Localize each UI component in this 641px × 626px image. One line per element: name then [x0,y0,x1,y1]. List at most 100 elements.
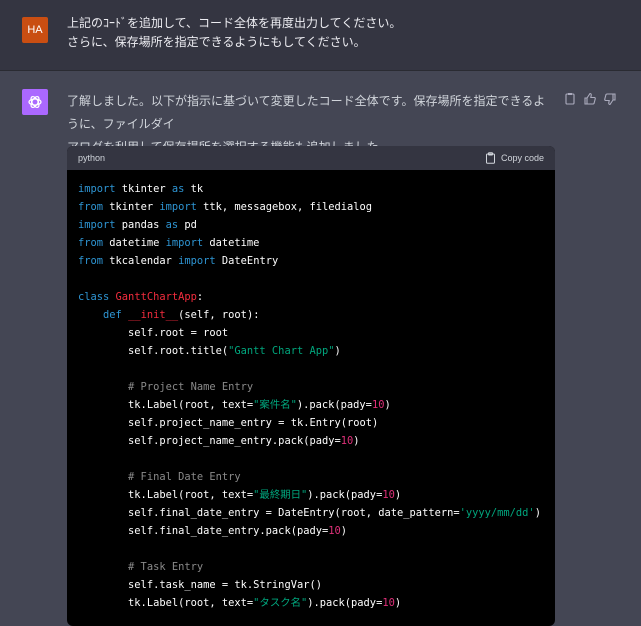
code-line: self.final_date_entry = DateEntry(root, … [78,504,543,522]
user-message-line: さらに、保存場所を指定できるようにもしてください。 [67,35,366,49]
code-token: from [78,201,104,213]
code-line: self.root = root [78,324,543,342]
code-line: self.final_date_entry.pack(pady=10) [78,522,543,540]
code-line: # Task Entry [78,558,543,576]
code-token: import [159,201,197,213]
code-token: ).pack(pady= [307,489,383,501]
code-token: : [196,291,204,303]
code-line: import tkinter as tk [78,180,543,198]
code-token: import [165,237,204,249]
code-token: import [78,183,116,195]
code-token: tk [184,183,204,195]
code-token: ) [353,435,360,447]
user-message-text: 上記のｺｰﾄﾞを追加して、コード全体を再度出力してください。 さらに、保存場所を… [67,14,607,52]
code-token: ) [334,345,341,357]
code-header: python Copy code [67,146,555,170]
code-token: import [78,219,116,231]
code-token: "Gantt Chart App" [228,345,335,357]
code-line: tk.Label(root, text="最終期日").pack(pady=10… [78,486,543,504]
copy-code-button[interactable]: Copy code [485,152,544,164]
code-token: as [165,219,179,231]
assistant-message-line: 了解しました。以下が指示に基づいて変更したコード全体です。保存場所を指定できるよ… [67,94,546,131]
code-token: self.project_name_entry = tk.Entry(root) [78,417,379,429]
code-line: class GanttChartApp: [78,288,543,306]
code-token: datetime [203,237,260,249]
user-message-row: HA 上記のｺｰﾄﾞを追加して、コード全体を再度出力してください。 さらに、保存… [0,0,641,71]
code-line: from tkinter import ttk, messagebox, fil… [78,198,543,216]
code-token: "タスク名" [253,597,308,609]
code-token: 'yyyy/mm/dd' [459,507,535,519]
code-token: "最終期日" [253,489,308,501]
assistant-avatar [22,89,48,115]
code-token: self.root.title( [78,345,229,357]
code-token: class [78,291,110,303]
code-token: pandas [115,219,166,231]
code-line: self.task_name = tk.StringVar() [78,576,543,594]
clipboard-icon [485,152,495,164]
code-line: self.root.title("Gantt Chart App") [78,342,543,360]
code-token: # Task Entry [128,561,204,573]
code-token: self.final_date_entry = DateEntry(root, … [78,507,460,519]
code-token: tkinter [115,183,172,195]
thumbs-up-icon[interactable] [583,91,597,105]
code-line: from datetime import datetime [78,234,543,252]
code-token: self.final_date_entry.pack(pady= [78,525,329,537]
message-actions [563,91,623,107]
user-message-line: 上記のｺｰﾄﾞを追加して、コード全体を再度出力してください。 [67,16,402,30]
code-token: self.root = root [78,327,229,339]
code-token: 10 [328,525,341,537]
code-token: import [178,255,216,267]
code-token: datetime [103,237,166,249]
code-token: ).pack(pady= [296,399,372,411]
code-line: # Project Name Entry [78,378,543,396]
code-token: 10 [340,435,354,447]
code-token: tkinter [103,201,160,213]
code-token: pd [178,219,197,231]
code-line: self.project_name_entry = tk.Entry(root) [78,414,543,432]
assistant-message-row: 了解しました。以下が指示に基づいて変更したコード全体です。保存場所を指定できるよ… [0,71,641,626]
code-line: def __init__(self, root): [78,306,543,324]
code-token: tkcalendar [103,255,179,267]
code-token: (self, root): [178,309,260,321]
code-token: ) [394,597,402,609]
code-token: DateEntry [215,255,279,267]
code-line: import pandas as pd [78,216,543,234]
code-token: from [78,255,104,267]
thumbs-down-icon[interactable] [603,91,617,106]
code-token: # Final Date Entry [128,471,241,483]
code-token: 10 [382,597,395,609]
code-language-label: python [78,153,106,163]
code-token: ttk, messagebox, filedialog [196,201,373,213]
code-block: python Copy code import tkinter as tk fro… [67,146,555,626]
code-token: ) [534,507,541,519]
code-body[interactable]: import tkinter as tk from tkinter import … [67,170,555,612]
code-token: def [103,309,122,321]
code-token: self.project_name_entry.pack(pady= [78,435,341,447]
code-token: tk.Label(root, text= [78,399,254,411]
code-token: ).pack(pady= [307,597,383,609]
code-line: self.project_name_entry.pack(pady=10) [78,432,543,450]
code-token: ) [384,399,391,411]
code-token: self.task_name = tk.StringVar() [78,579,322,591]
code-token: "案件名" [253,399,297,411]
code-line: tk.Label(root, text="タスク名").pack(pady=10… [78,594,543,612]
user-avatar: HA [22,17,48,43]
code-line: # Final Date Entry [78,468,543,486]
code-token: as [171,183,185,195]
code-line: from tkcalendar import DateEntry [78,252,543,270]
openai-logo-icon [28,95,42,109]
code-token: 10 [382,489,395,501]
copy-code-label: Copy code [500,153,544,163]
code-line: tk.Label(root, text="案件名").pack(pady=10) [78,396,543,414]
code-token: tk.Label(root, text= [78,597,254,609]
copy-icon[interactable] [563,91,577,105]
code-token: __init__ [128,309,179,321]
